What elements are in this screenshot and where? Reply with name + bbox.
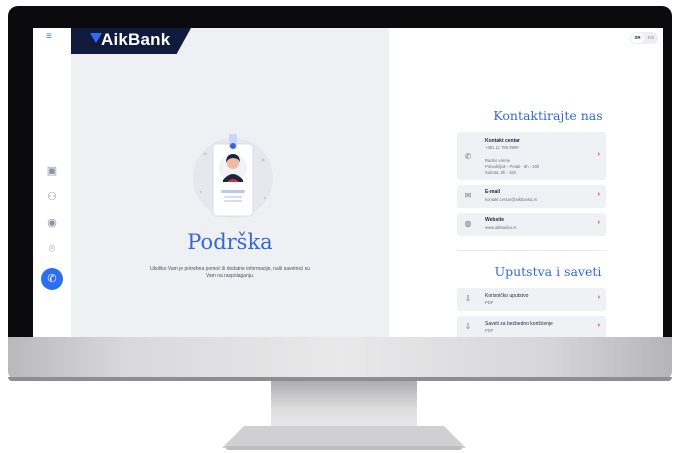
chevron-right-icon: ›	[597, 191, 600, 198]
chevron-right-icon: ›	[597, 219, 600, 226]
user-icon[interactable]: ⚇	[45, 190, 59, 204]
call-center-hours-weekdays: Ponedeljak - Petak - 8h - 20h	[485, 164, 540, 169]
email-title: E-mail	[485, 189, 501, 195]
wallet-icon[interactable]: ▣	[45, 164, 59, 178]
guide-item[interactable]: ⇩ Korisničko uputstvo PDF ›	[457, 288, 606, 311]
call-center-card[interactable]: ✆ Kontakt centar +381 11 785 9999 Radno …	[457, 132, 606, 180]
email-value: kontakt.centar@aikbanka.rs	[485, 197, 537, 202]
support-panel: AikBank Podrška Ukoliko Vam je potrebna …	[71, 28, 389, 337]
website-card[interactable]: ◍ Website www.aikbanka.rs ›	[457, 213, 606, 236]
location-pin-icon[interactable]: ⌾	[45, 242, 59, 256]
chevron-right-icon: ›	[597, 322, 600, 329]
contact-panel: SR EN Kontaktirajte nas ✆ Kontakt centar…	[389, 28, 663, 337]
chevron-right-icon: ›	[597, 151, 600, 158]
call-center-hours-label: Radno vreme	[485, 158, 511, 163]
contact-section-title: Kontaktirajte nas	[493, 108, 603, 123]
call-center-hours-saturday: Subota: 8h - 15h	[485, 170, 516, 175]
chevron-right-icon: ›	[597, 294, 600, 301]
monitor-stand-shadow	[226, 446, 462, 450]
globe-icon: ◍	[464, 219, 472, 228]
call-center-title: Kontakt centar	[485, 138, 521, 144]
support-badge-illustration	[193, 134, 273, 218]
language-switch[interactable]: SR EN	[630, 32, 658, 44]
download-icon: ⇩	[464, 294, 472, 303]
website-title: Website	[485, 217, 505, 223]
section-divider	[457, 250, 606, 251]
monitor-stand-foot	[222, 426, 466, 448]
envelope-icon: ✉	[464, 191, 472, 200]
website-value: www.aikbanka.rs	[485, 225, 517, 230]
language-option-en[interactable]: EN	[645, 33, 657, 43]
guide-item-title: Saveti za bezbedno korišćenje	[485, 321, 553, 327]
monitor-stand-neck	[271, 381, 417, 427]
guide-item-title: Korisničko uputstvo	[485, 293, 529, 299]
brand-logo[interactable]: AikBank	[71, 28, 191, 54]
hamburger-menu-icon[interactable]: ≡	[46, 32, 56, 42]
support-title: Podrška	[187, 230, 273, 254]
guide-item-type: PDF	[485, 328, 494, 333]
sidebar: ≡ ▣ ⚇ ◉ ⌾ ✆	[33, 28, 72, 337]
eye-icon[interactable]: ◉	[45, 216, 59, 230]
language-option-sr[interactable]: SR	[631, 33, 644, 43]
download-icon: ⇩	[464, 322, 472, 331]
phone-icon[interactable]: ✆	[41, 268, 63, 290]
email-card[interactable]: ✉ E-mail kontakt.centar@aikbanka.rs ›	[457, 185, 606, 208]
call-center-phone: +381 11 785 9999	[485, 145, 519, 150]
guide-item[interactable]: ⇩ Saveti za bezbedno korišćenje PDF ›	[457, 316, 606, 337]
monitor-chin	[8, 337, 672, 381]
app-screen: ≡ ▣ ⚇ ◉ ⌾ ✆ AikBank Podrška Ukoliko Vam …	[33, 28, 663, 337]
guide-item-type: PDF	[485, 300, 494, 305]
guides-section-title: Uputstva i saveti	[494, 264, 602, 279]
brand-name: AikBank	[101, 30, 171, 49]
phone-icon: ✆	[464, 152, 472, 161]
support-description: Ukoliko Vam je potrebna pomoć ili dodatn…	[150, 266, 310, 279]
